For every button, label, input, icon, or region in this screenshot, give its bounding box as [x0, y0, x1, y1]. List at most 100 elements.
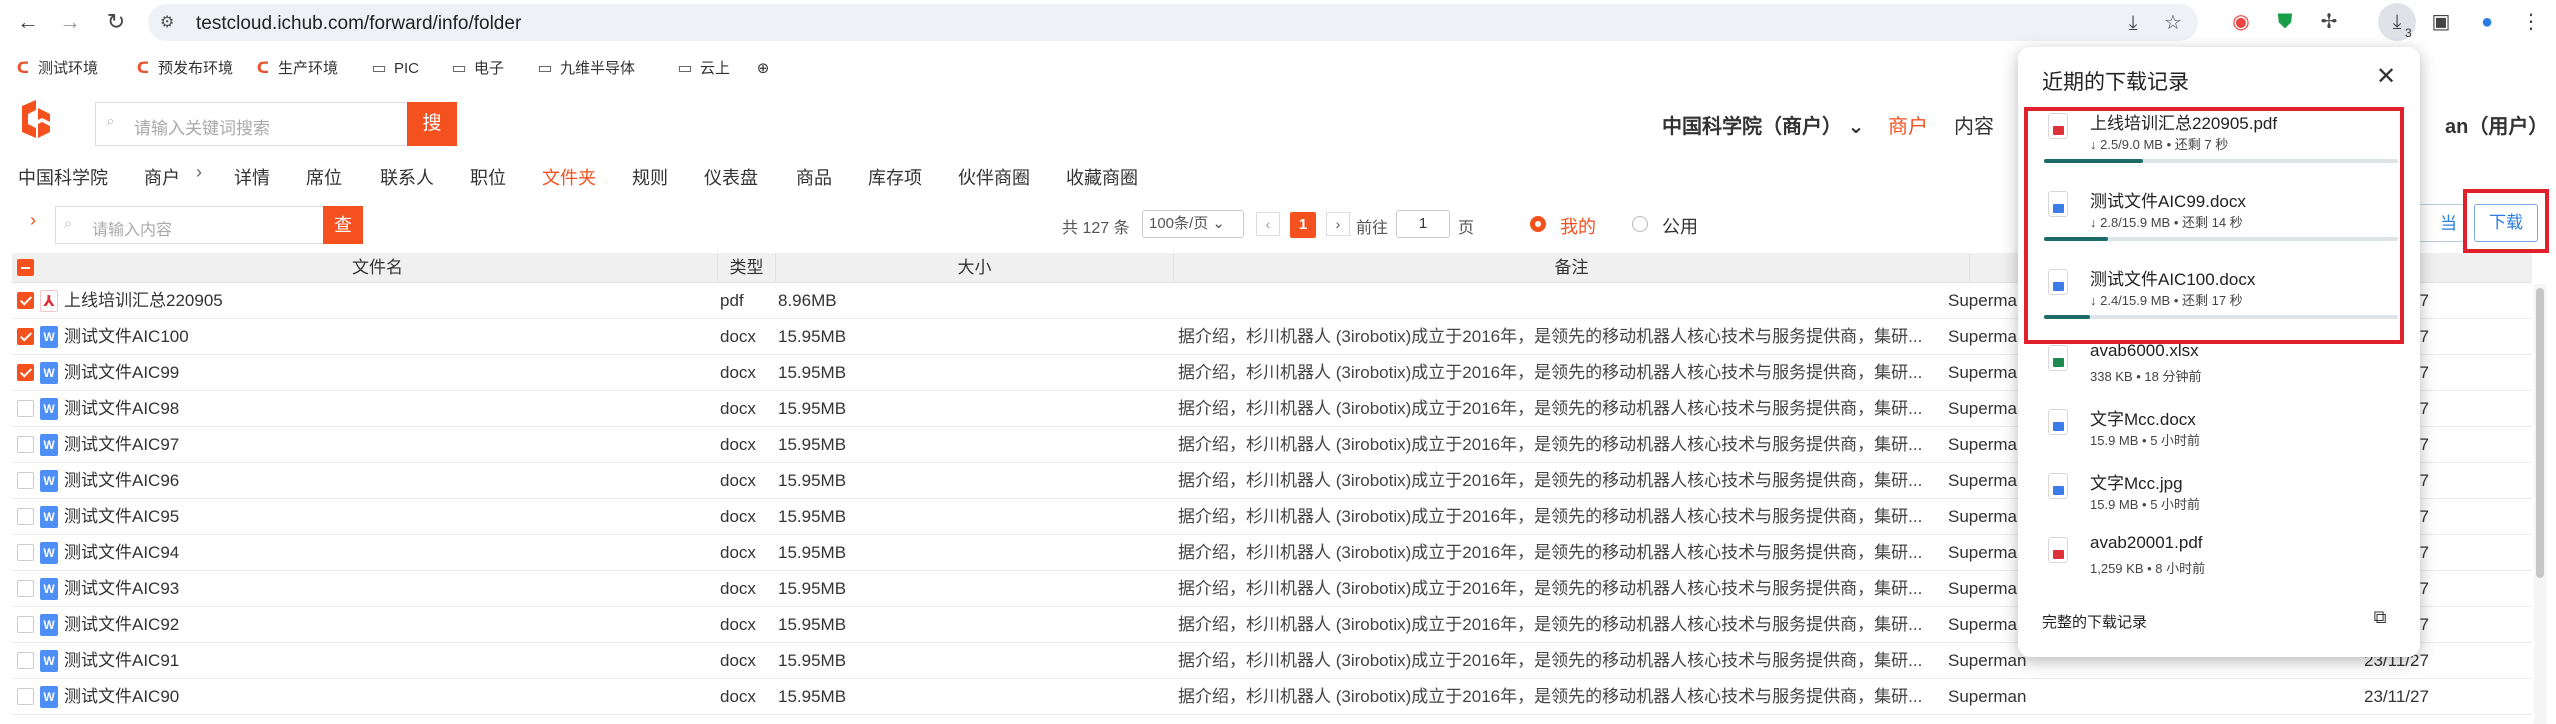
- menu-kebab-icon[interactable]: ⋮: [2518, 9, 2544, 35]
- row-checkbox[interactable]: [17, 292, 34, 309]
- tab-dashboard[interactable]: 仪表盘: [704, 164, 758, 190]
- row-checkbox[interactable]: [17, 652, 34, 669]
- user-menu[interactable]: an（用户） ⌄: [2445, 110, 2556, 139]
- row-checkbox[interactable]: [17, 364, 34, 381]
- table-row[interactable]: W 测试文件AIC90 docx 15.95MB 据介绍，杉川机器人 (3iroboti…: [12, 679, 2532, 715]
- bookmark-test-env[interactable]: ᑕ 测试环境: [14, 56, 98, 82]
- download-item[interactable]: avab20001.pdf 1,259 KB • 8 小时前: [2018, 531, 2420, 595]
- profile-avatar-icon[interactable]: ●: [2474, 9, 2500, 35]
- file-name[interactable]: 测试文件AIC94: [64, 535, 714, 570]
- row-checkbox[interactable]: [17, 328, 34, 345]
- global-search-button[interactable]: 搜: [407, 102, 457, 146]
- file-name[interactable]: 测试文件AIC96: [64, 463, 714, 498]
- file-name[interactable]: 测试文件AIC100: [64, 319, 714, 354]
- site-info-icon[interactable]: ⚙: [160, 12, 180, 32]
- download-item[interactable]: avab6000.xlsx 338 KB • 18 分钟前: [2018, 339, 2420, 403]
- file-name[interactable]: 测试文件AIC98: [64, 391, 714, 426]
- file-name[interactable]: 测试文件AIC99: [64, 355, 714, 390]
- download-name[interactable]: avab20001.pdf: [2090, 533, 2203, 553]
- file-name[interactable]: 上线培训汇总220905: [64, 283, 714, 318]
- tab-details[interactable]: 详情: [234, 164, 270, 190]
- row-checkbox[interactable]: [17, 508, 34, 525]
- radio-mine[interactable]: [1530, 216, 1546, 232]
- row-checkbox[interactable]: [17, 616, 34, 633]
- file-remark: 据介绍，杉川机器人 (3irobotix)成立于2016年，是领先的移动机器人核…: [1178, 327, 1923, 346]
- radio-public-label[interactable]: 公用: [1662, 213, 1698, 239]
- tab-inventory[interactable]: 库存项: [868, 164, 922, 190]
- goto-page-input[interactable]: 1: [1396, 210, 1450, 238]
- bookmark-pre-release[interactable]: ᑕ 预发布环境: [134, 56, 233, 82]
- scrollbar-thumb[interactable]: [2536, 288, 2544, 578]
- filter-input[interactable]: ⌕ 请输入内容: [55, 206, 323, 244]
- install-icon[interactable]: ⤓: [2122, 12, 2144, 34]
- back-icon[interactable]: ←: [14, 8, 42, 36]
- breadcrumb-org[interactable]: 中国科学院: [18, 164, 108, 190]
- file-name[interactable]: 测试文件AIC97: [64, 427, 714, 462]
- download-item[interactable]: 文字Mcc.jpg 15.9 MB • 5 小时前: [2018, 467, 2420, 531]
- global-search-input[interactable]: ⌕ 请输入关键词搜索: [95, 102, 407, 146]
- download-name[interactable]: 文字Mcc.jpg: [2090, 469, 2183, 494]
- extensions-puzzle-icon[interactable]: ✢: [2316, 9, 2342, 35]
- radio-public[interactable]: [1632, 216, 1648, 232]
- expand-arrow-icon[interactable]: ›: [30, 210, 36, 231]
- bookmark-folder-electronics[interactable]: ▭ 电子: [450, 56, 504, 82]
- download-item[interactable]: 文字Mcc.docx 15.9 MB • 5 小时前: [2018, 403, 2420, 467]
- bookmark-star-icon[interactable]: ☆: [2162, 12, 2184, 34]
- column-header-remark[interactable]: 备注: [1174, 253, 1970, 283]
- filter-button[interactable]: 查: [323, 206, 363, 244]
- row-checkbox[interactable]: [17, 544, 34, 561]
- side-panel-icon[interactable]: ▣: [2428, 9, 2454, 35]
- page-size-select[interactable]: 100条/页 ⌄: [1142, 210, 1244, 238]
- row-checkbox[interactable]: [17, 400, 34, 417]
- file-name[interactable]: 测试文件AIC93: [64, 571, 714, 606]
- full-history-link[interactable]: 完整的下载记录: [2042, 611, 2147, 632]
- file-name[interactable]: 测试文件AIC91: [64, 643, 714, 678]
- app-logo[interactable]: [14, 98, 56, 140]
- tab-favorite-circle[interactable]: 收藏商圈: [1066, 164, 1138, 190]
- header-link-merchant[interactable]: 商户: [1888, 110, 1928, 139]
- chrome-extension-icon[interactable]: ◉: [2228, 9, 2254, 35]
- bookmark-production[interactable]: ᑕ 生产环境: [254, 56, 338, 82]
- url-text[interactable]: testcloud.ichub.com/forward/info/folder: [196, 13, 521, 35]
- reload-icon[interactable]: ↻: [102, 8, 130, 36]
- row-checkbox[interactable]: [17, 580, 34, 597]
- column-header-filename[interactable]: 文件名: [38, 253, 718, 283]
- column-header-type[interactable]: 类型: [718, 253, 776, 283]
- bookmark-folder-cloud[interactable]: ▭ 云上: [676, 56, 730, 82]
- file-remark: 据介绍，杉川机器人 (3irobotix)成立于2016年，是领先的移动机器人核…: [1178, 435, 1923, 454]
- download-name[interactable]: avab6000.xlsx: [2090, 341, 2199, 361]
- forward-icon[interactable]: →: [56, 8, 84, 36]
- bookmark-globe[interactable]: ⊕: [754, 56, 778, 82]
- bookmark-folder-pic[interactable]: ▭ PIC: [370, 56, 419, 82]
- row-checkbox[interactable]: [17, 688, 34, 705]
- tab-seats[interactable]: 席位: [306, 164, 342, 190]
- header-link-content[interactable]: 内容: [1954, 110, 1994, 139]
- download-name[interactable]: 文字Mcc.docx: [2090, 405, 2196, 430]
- select-all-checkbox[interactable]: [17, 259, 34, 276]
- tab-folders[interactable]: 文件夹: [542, 164, 596, 190]
- row-checkbox[interactable]: [17, 436, 34, 453]
- column-header-size[interactable]: 大小: [776, 253, 1174, 283]
- close-icon[interactable]: ✕: [2372, 63, 2400, 91]
- tab-partner-circle[interactable]: 伙伴商圈: [958, 164, 1030, 190]
- radio-mine-label[interactable]: 我的: [1560, 213, 1596, 239]
- breadcrumb-merchant[interactable]: 商户: [144, 164, 180, 190]
- file-name[interactable]: 测试文件AIC90: [64, 679, 714, 714]
- file-type: docx: [720, 543, 756, 562]
- current-page[interactable]: 1: [1290, 212, 1316, 238]
- org-switcher[interactable]: 中国科学院（商户） ⌄: [1662, 110, 1864, 139]
- file-name[interactable]: 测试文件AIC95: [64, 499, 714, 534]
- address-bar[interactable]: ⚙ testcloud.ichub.com/forward/info/folde…: [148, 4, 2198, 41]
- tab-rules[interactable]: 规则: [632, 164, 668, 190]
- prev-page-button[interactable]: ‹: [1256, 212, 1280, 236]
- tab-contacts[interactable]: 联系人: [380, 164, 434, 190]
- next-page-button[interactable]: ›: [1326, 212, 1350, 236]
- shield-extension-icon[interactable]: ⛊: [2272, 9, 2298, 35]
- row-checkbox[interactable]: [17, 472, 34, 489]
- tab-positions[interactable]: 职位: [470, 164, 506, 190]
- open-external-icon[interactable]: ⧉: [2368, 605, 2392, 629]
- file-name[interactable]: 测试文件AIC92: [64, 607, 714, 642]
- bookmark-folder-semiconductor[interactable]: ▭ 九维半导体: [536, 56, 635, 82]
- tab-products[interactable]: 商品: [796, 164, 832, 190]
- table-scrollbar[interactable]: [2534, 284, 2546, 724]
